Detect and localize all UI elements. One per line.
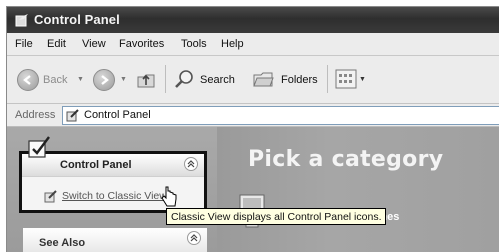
control-panel-large-icon (27, 135, 53, 162)
up-folder-icon[interactable] (135, 68, 157, 93)
see-also-title: See Also (39, 237, 86, 249)
folders-icon[interactable] (252, 68, 276, 93)
title-bar[interactable]: Control Panel (7, 7, 499, 33)
folders-button[interactable]: Folders (281, 74, 318, 86)
chevron-up-icon[interactable] (184, 157, 198, 171)
back-dropdown-icon[interactable]: ▼ (77, 76, 84, 83)
toolbar-separator (165, 65, 166, 93)
chevron-up-icon[interactable] (187, 231, 201, 245)
search-icon[interactable] (173, 68, 195, 93)
views-dropdown-icon[interactable]: ▼ (359, 76, 366, 83)
page-heading: Pick a category (248, 147, 444, 172)
menu-help[interactable]: Help (221, 38, 244, 50)
control-panel-icon (15, 13, 29, 27)
menu-edit[interactable]: Edit (47, 38, 66, 50)
menu-bar: File Edit View Favorites Tools Help (7, 33, 499, 56)
address-bar: Address Control Panel (7, 104, 499, 127)
menu-tools[interactable]: Tools (181, 38, 207, 50)
toolbar-separator (327, 65, 328, 93)
search-button[interactable]: Search (200, 74, 235, 86)
forward-dropdown-icon[interactable]: ▼ (120, 76, 127, 83)
switch-view-icon[interactable] (44, 189, 58, 206)
address-label: Address (15, 109, 56, 121)
forward-icon[interactable] (93, 69, 115, 91)
back-icon[interactable] (17, 69, 39, 91)
views-icon[interactable] (335, 69, 357, 92)
menu-view[interactable]: View (82, 38, 106, 50)
menu-file[interactable]: File (15, 38, 33, 50)
menu-favorites[interactable]: Favorites (119, 38, 164, 50)
back-button[interactable]: Back (43, 74, 67, 86)
switch-to-classic-view-link[interactable]: Switch to Classic View (62, 190, 167, 202)
toolbar: Back ▼ ▼ Search Folders ▼ (7, 56, 499, 104)
address-value: Control Panel (84, 109, 151, 121)
tooltip: Classic View displays all Control Panel … (166, 208, 387, 225)
control-panel-icon (66, 109, 80, 125)
see-also-panel-header[interactable]: See Also (23, 228, 207, 252)
panel-title: Control Panel (60, 159, 132, 171)
window-title: Control Panel (34, 12, 120, 27)
address-field[interactable]: Control Panel (62, 106, 499, 125)
